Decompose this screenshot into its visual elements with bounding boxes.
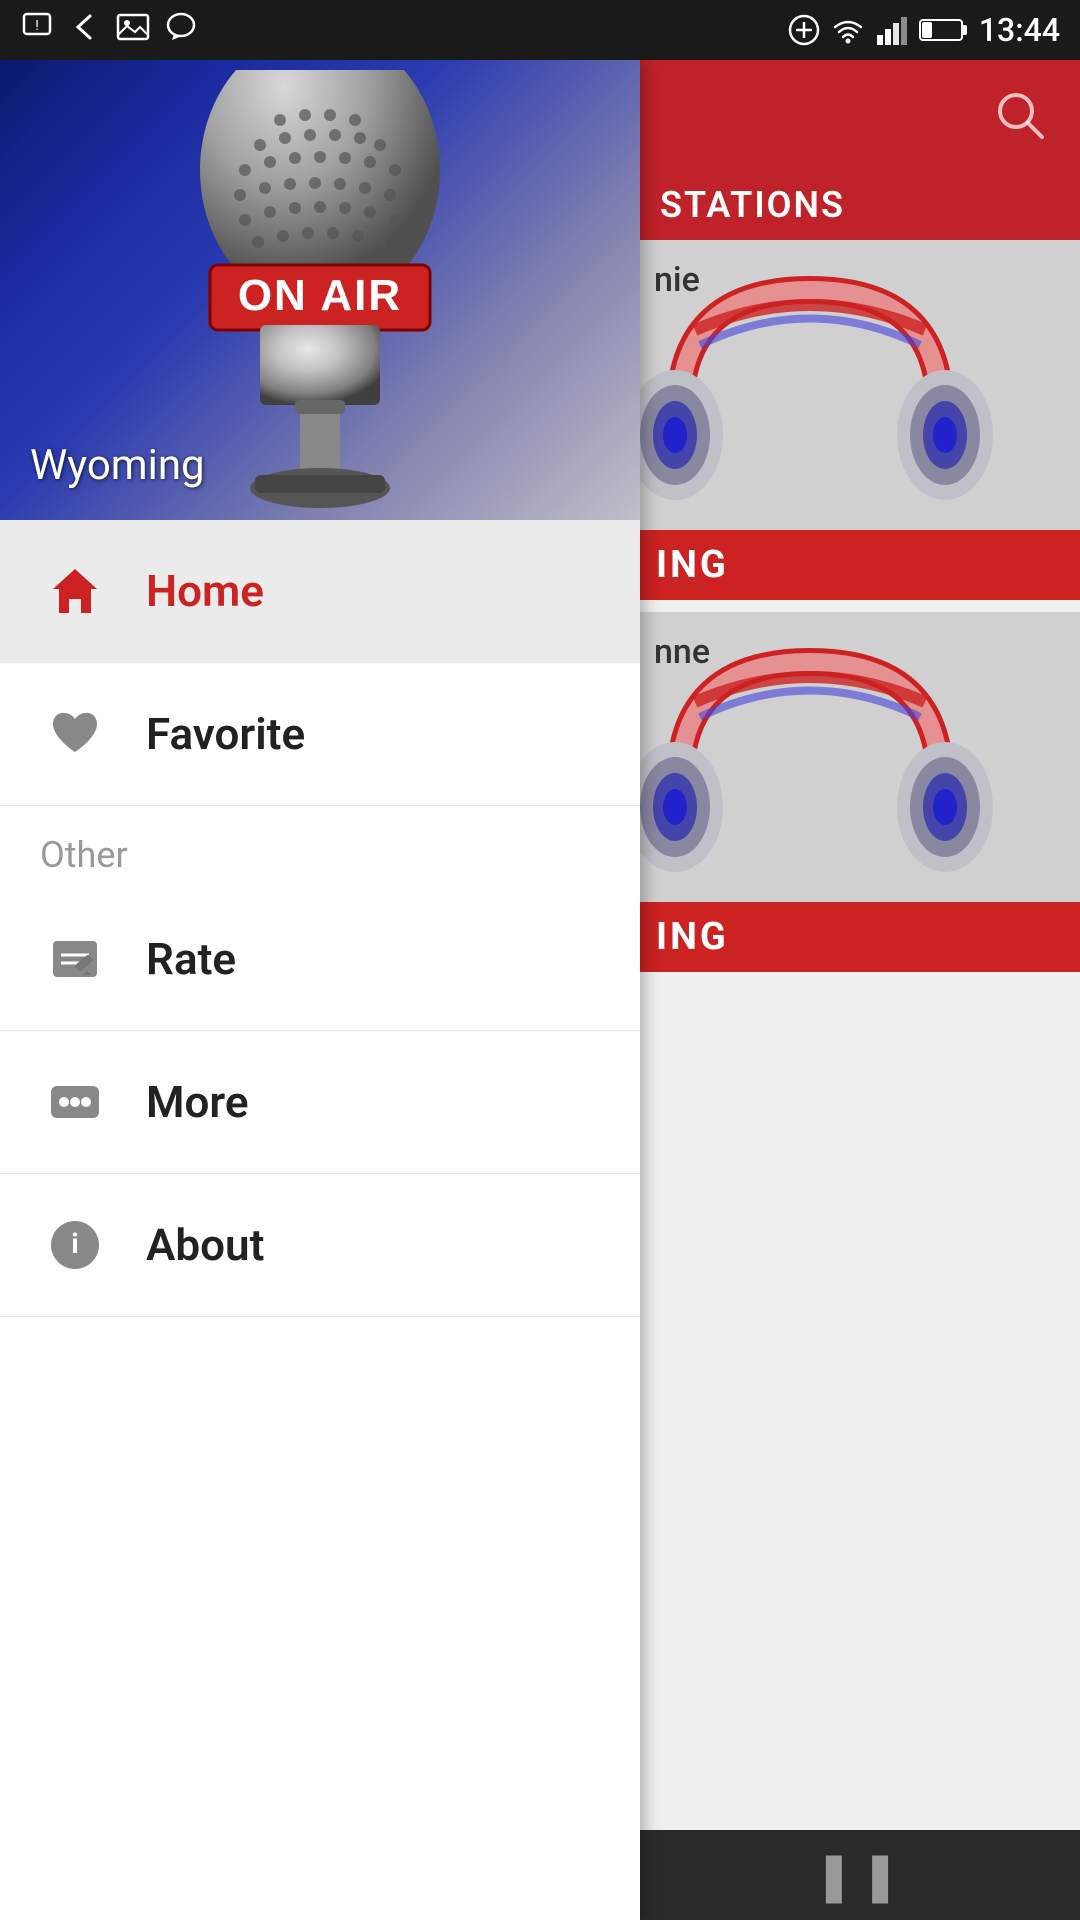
- station-partial-label-2: nne: [654, 632, 710, 672]
- station-partial-label-1: nie: [654, 260, 700, 300]
- signal-icon: [875, 13, 909, 47]
- right-panel: STATIONS: [640, 60, 1080, 1920]
- search-icon[interactable]: [990, 85, 1050, 145]
- home-icon: [40, 556, 110, 626]
- nav-about-label: About: [146, 1219, 264, 1271]
- wifi-icon: [831, 13, 865, 47]
- svg-text:ON AIR: ON AIR: [238, 271, 402, 320]
- svg-text:!: !: [35, 18, 39, 34]
- station-card-1[interactable]: ING nie: [640, 240, 1080, 600]
- more-icon: [40, 1067, 110, 1137]
- station-card-2[interactable]: ING nne: [640, 612, 1080, 972]
- main-layout: ON AIR Wyoming: [0, 60, 1080, 1920]
- pause-button[interactable]: ❚❚: [814, 1847, 906, 1904]
- status-bar-left: !: [20, 10, 198, 51]
- right-header: [640, 60, 1080, 170]
- hero-location-label: Wyoming: [30, 441, 205, 490]
- nav-more-label: More: [146, 1076, 249, 1128]
- drawer: ON AIR Wyoming: [0, 60, 640, 1920]
- other-section-label: Other: [0, 806, 640, 888]
- heart-icon: [40, 699, 110, 769]
- status-bar-right: 13:44: [787, 11, 1060, 49]
- nav-item-favorite[interactable]: Favorite: [0, 663, 640, 806]
- battery-icon: [919, 16, 969, 44]
- station-badge-text-1: ING: [656, 543, 729, 587]
- stations-text: STATIONS: [660, 184, 845, 226]
- station-badge-1: ING: [640, 530, 1080, 600]
- nav-favorite-label: Favorite: [146, 708, 305, 760]
- nav-item-about[interactable]: i About: [0, 1174, 640, 1317]
- about-icon: i: [40, 1210, 110, 1280]
- nav-item-more[interactable]: More: [0, 1031, 640, 1174]
- nav-rate-label: Rate: [146, 933, 236, 985]
- back-icon[interactable]: [68, 10, 102, 51]
- chat-icon: [164, 10, 198, 51]
- station-badge-text-2: ING: [656, 915, 729, 959]
- hero-image: ON AIR Wyoming: [0, 60, 640, 520]
- image-icon: [116, 10, 150, 51]
- station-badge-2: ING: [640, 902, 1080, 972]
- svg-text:i: i: [71, 1227, 78, 1260]
- nav-item-home[interactable]: Home: [0, 520, 640, 663]
- status-bar: !: [0, 0, 1080, 60]
- nav-item-rate[interactable]: Rate: [0, 888, 640, 1031]
- time-display: 13:44: [979, 11, 1060, 49]
- rate-icon: [40, 924, 110, 994]
- player-bar: ❚❚: [640, 1830, 1080, 1920]
- stations-label-bar: STATIONS: [640, 170, 1080, 240]
- nav-home-label: Home: [146, 565, 264, 617]
- nav-section: Home Favorite Other: [0, 520, 640, 1920]
- notification-icon: !: [20, 10, 54, 51]
- add-icon: [787, 13, 821, 47]
